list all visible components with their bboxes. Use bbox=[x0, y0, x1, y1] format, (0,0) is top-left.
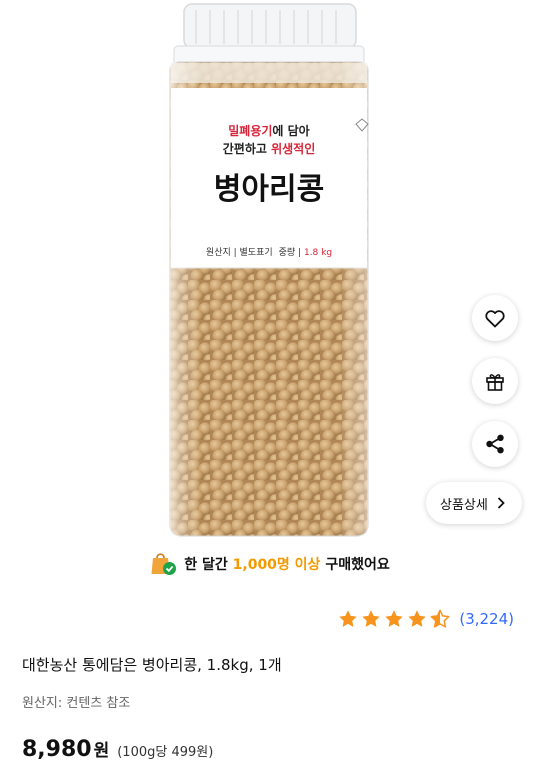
product-origin: 원산지: 컨텐츠 참조 bbox=[22, 696, 131, 711]
review-count-link[interactable]: (3,224) bbox=[459, 610, 514, 628]
banner-prefix: 한 달간 bbox=[184, 557, 233, 573]
label-info-weight: 1.8 kg bbox=[304, 248, 332, 258]
svg-text:간편하고 위생적인: 간편하고 위생적인 bbox=[223, 141, 316, 156]
star-half-icon bbox=[430, 609, 450, 628]
chickpea-jar-image: 밀폐용기에 담아 간편하고 위생적인 병아리콩 원산지 | 별도표기 중량 | 1… bbox=[169, 3, 369, 537]
product-image: 밀폐용기에 담아 간편하고 위생적인 병아리콩 원산지 | 별도표기 중량 | 1… bbox=[0, 0, 540, 540]
label-line2-black: 간편하고 bbox=[223, 141, 271, 156]
star-full-icon bbox=[385, 610, 404, 627]
banner-suffix: 구매했어요 bbox=[320, 557, 390, 573]
heart-icon bbox=[485, 310, 505, 328]
gift-button[interactable] bbox=[472, 358, 518, 404]
banner-highlight: 1,000명 이상 bbox=[232, 557, 321, 573]
chevron-right-icon bbox=[497, 497, 505, 509]
product-detail-button[interactable]: 상품상세 bbox=[426, 482, 522, 524]
unit-price: (100g당 499원) bbox=[117, 745, 214, 760]
star-full-icon bbox=[408, 610, 427, 627]
sale-price: 8,980 bbox=[22, 737, 92, 762]
purchase-count-banner: 한 달간 1,000명 이상 구매했어요 bbox=[0, 547, 540, 581]
product-title: 대한농산 통에담은 병아리콩, 1.8kg, 1개 bbox=[22, 656, 282, 674]
label-info-origin: 원산지 | 별도표기 bbox=[206, 247, 273, 258]
price-currency: 원 bbox=[93, 741, 110, 761]
shopping-bag-check-icon bbox=[151, 553, 177, 575]
svg-text:밀폐용기에 담아: 밀폐용기에 담아 bbox=[228, 123, 309, 138]
gift-icon bbox=[486, 374, 504, 391]
rating-summary[interactable]: (3,224) bbox=[337, 606, 514, 632]
label-main-title: 병아리콩 bbox=[214, 172, 324, 207]
share-icon bbox=[486, 434, 504, 454]
share-button[interactable] bbox=[472, 421, 518, 467]
star-full-icon bbox=[339, 610, 358, 627]
like-button[interactable] bbox=[472, 295, 518, 341]
label-info-weight-label: 중량 | bbox=[279, 246, 304, 258]
price-row: 8,980 원 (100g당 499원) bbox=[22, 736, 213, 762]
label-line1-red: 밀폐용기 bbox=[228, 123, 272, 138]
star-full-icon bbox=[362, 610, 381, 627]
svg-text:원산지 | 별도표기중량 | 1.8 kg: 원산지 | 별도표기 중량 | 1.8 kg bbox=[206, 246, 332, 258]
banner-text: 한 달간 1,000명 이상 구매했어요 bbox=[184, 554, 389, 574]
product-detail-label: 상품상세 bbox=[440, 497, 488, 513]
label-line1-rest: 에 담아 bbox=[272, 123, 309, 138]
label-line2-red: 위생적인 bbox=[271, 141, 315, 156]
star-rating bbox=[337, 608, 451, 630]
